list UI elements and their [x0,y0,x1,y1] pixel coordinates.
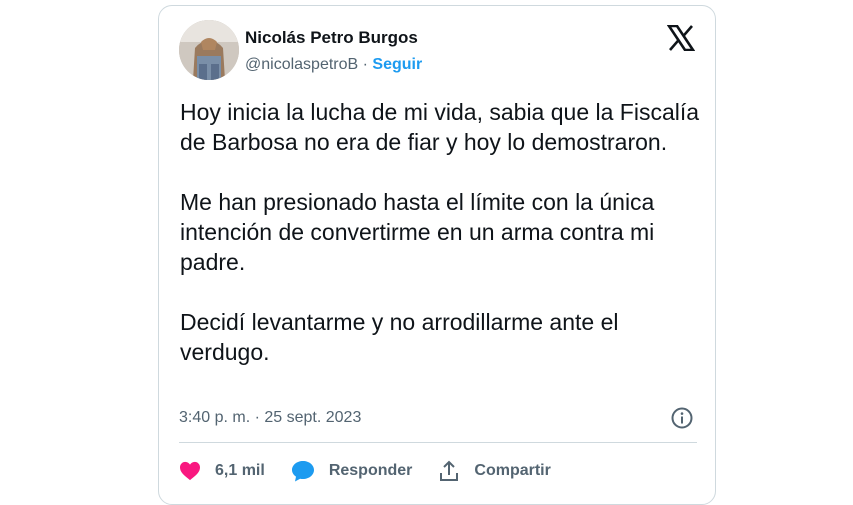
heart-icon [180,461,200,481]
share-label: Compartir [474,462,551,479]
like-count: 6,1 mil [215,462,265,479]
share-button[interactable]: Compartir [438,460,551,482]
author-name[interactable]: Nicolás Petro Burgos [245,28,418,48]
speech-bubble-icon [291,461,314,482]
tweet-embed-card: Nicolás Petro Burgos @nicolaspetroB · Se… [158,5,716,505]
tweet-paragraph: Hoy inicia la lucha de mi vida, sabia qu… [180,99,700,155]
share-icon [440,460,459,481]
info-icon[interactable] [670,406,694,430]
like-button[interactable]: 6,1 mil [179,461,265,481]
reply-button[interactable]: Responder [291,460,413,482]
reply-label: Responder [328,462,413,479]
follow-button[interactable]: Seguir [372,56,422,73]
separator-dot: · [362,56,368,73]
x-logo-icon[interactable] [666,24,696,52]
tweet-paragraph: Decidí levantarme y no arrodillarme ante… [180,309,619,365]
avatar[interactable] [179,20,239,80]
tweet-timestamp[interactable]: 3:40 p. m. · 25 sept. 2023 [179,409,361,427]
action-bar: 6,1 mil Responder Compartir [179,456,577,486]
author-handle-row: @nicolaspetroB · Seguir [245,56,422,74]
tweet-text: Hoy inicia la lucha de mi vida, sabia qu… [180,97,700,397]
divider [179,442,697,443]
author-handle[interactable]: @nicolaspetroB [245,56,358,73]
tweet-paragraph: Me han presionado hasta el límite con la… [180,189,655,275]
